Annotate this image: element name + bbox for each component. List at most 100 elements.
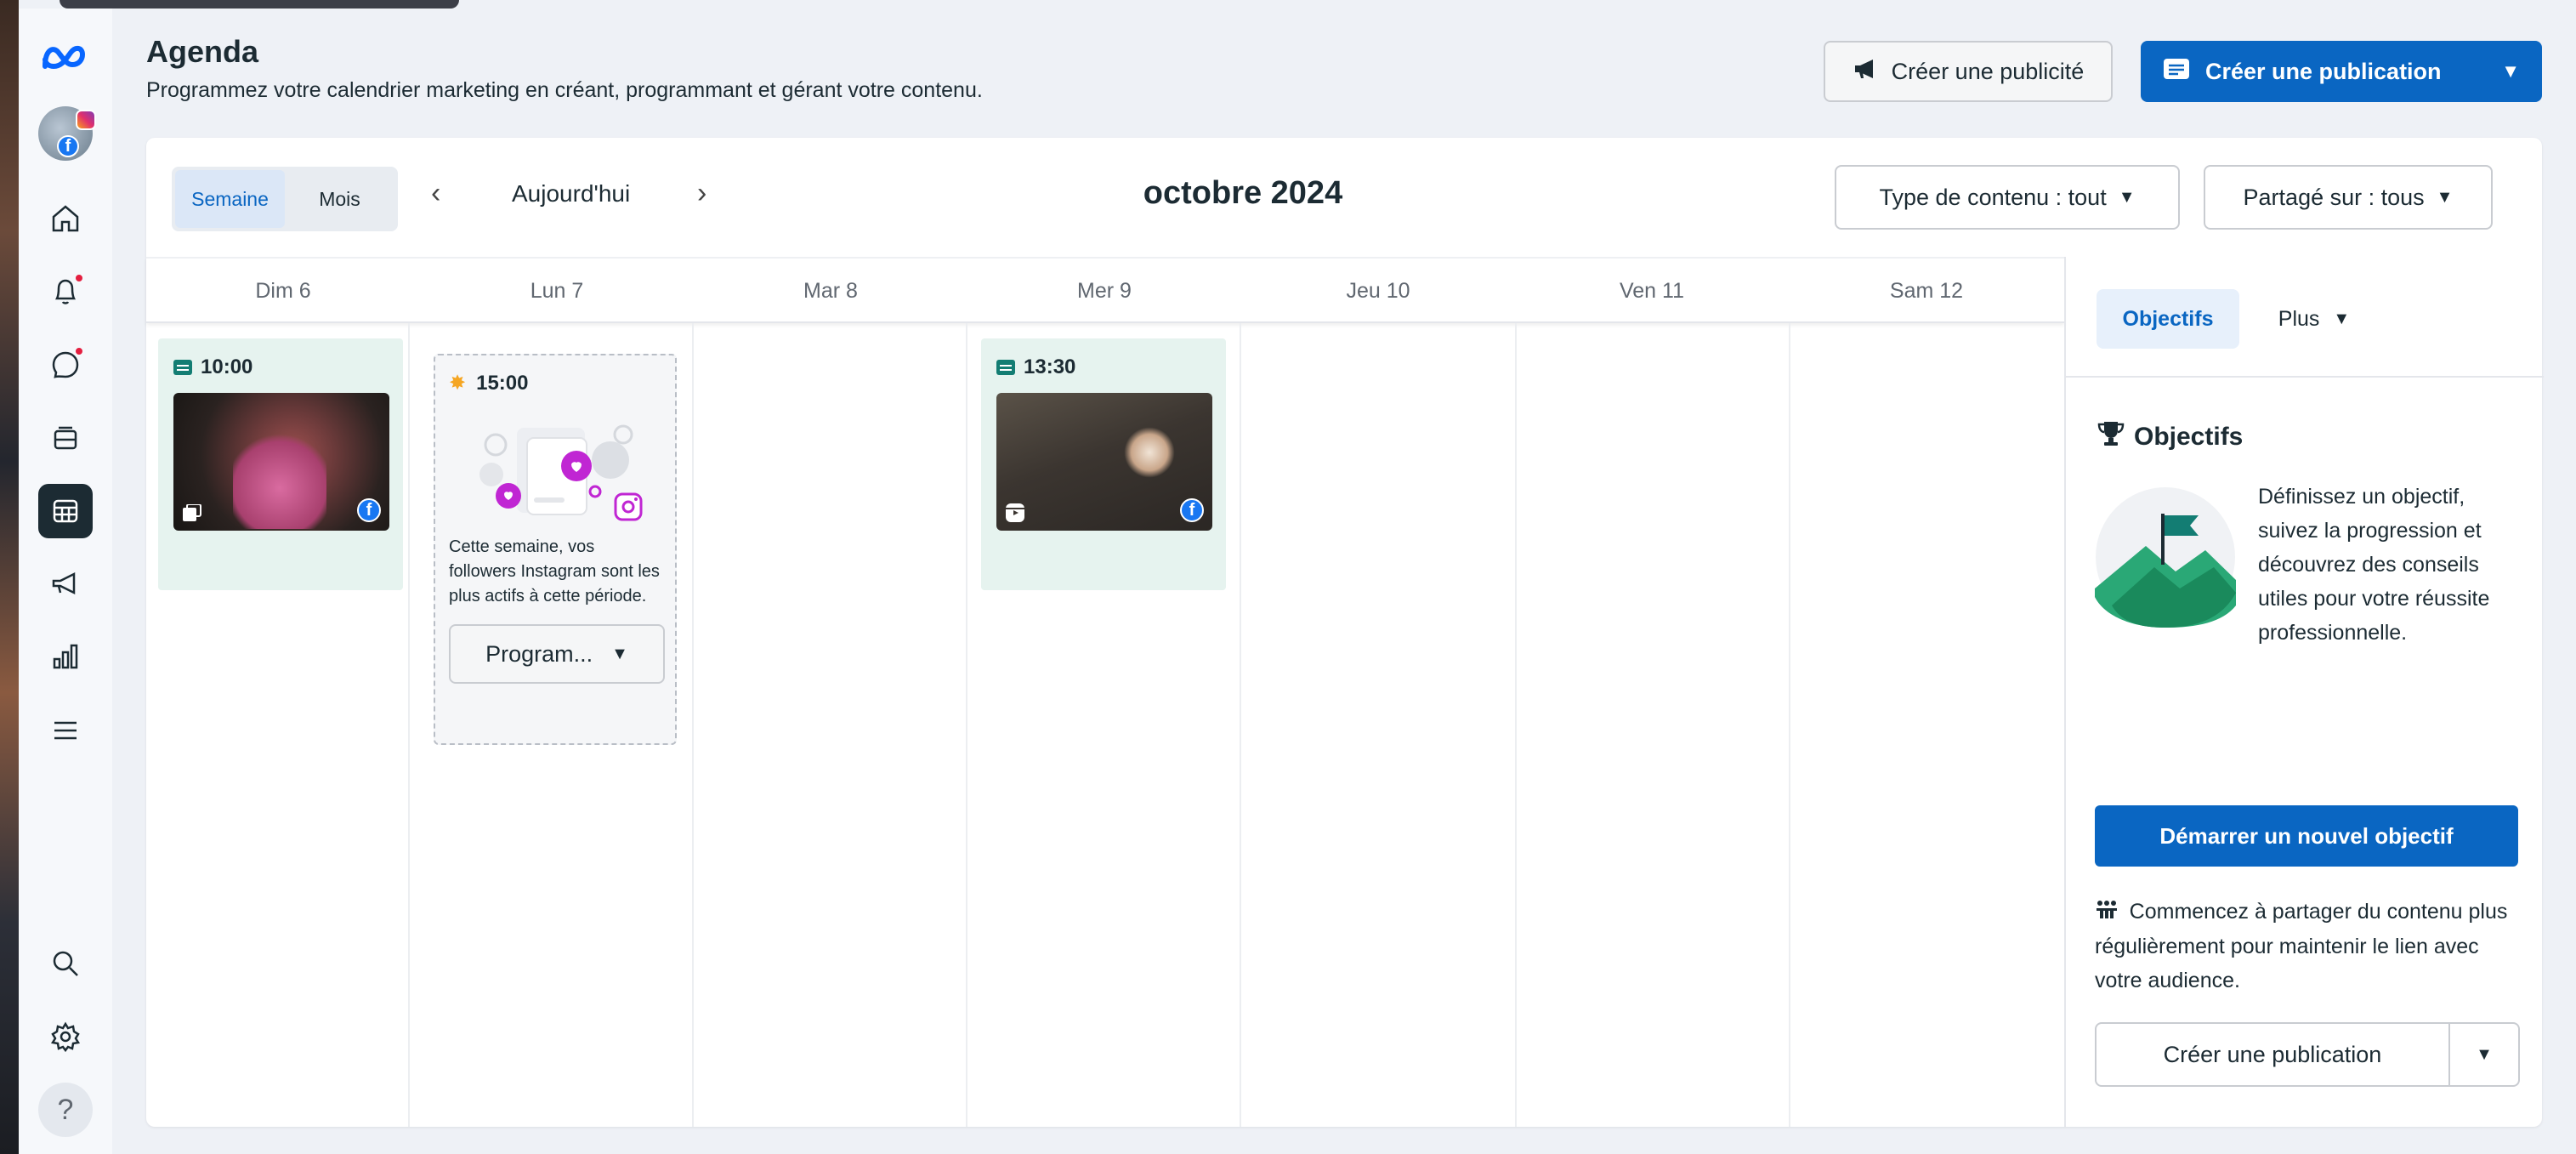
chevron-down-icon[interactable]: ▼ (2450, 1024, 2518, 1085)
column-divider (1240, 323, 1241, 1127)
content-type-label: Type de contenu : tout (1879, 184, 2107, 210)
post-time-label: 13:30 (1024, 355, 1076, 378)
post-icon (2163, 58, 2190, 86)
post-type-icon (173, 360, 192, 375)
day-header: Dim 6 (255, 278, 311, 303)
facebook-icon: f (1180, 498, 1204, 522)
objectives-description: Définissez un objectif, suivez la progre… (2258, 485, 2490, 645)
facebook-icon: f (357, 498, 381, 522)
megaphone-icon (1853, 58, 1878, 86)
objectives-title: Objectifs (2134, 423, 2244, 451)
chevron-down-icon: ▼ (2118, 187, 2136, 207)
calendar-toolbar: Semaine Mois ‹ Aujourd'hui › octobre 202… (146, 138, 2542, 257)
panel-create-post-button[interactable]: Créer une publication (2097, 1024, 2450, 1085)
best-time-suggestion: ✸ 15:00 Cette semaine, vos followers Ins… (434, 354, 677, 745)
suggestion-time: ✸ 15:00 (449, 371, 661, 395)
suggestion-text: Cette semaine, vos followers Instagram s… (449, 537, 660, 605)
home-icon[interactable] (38, 191, 93, 246)
chevron-down-icon: ▼ (611, 644, 628, 663)
search-icon[interactable] (38, 936, 93, 991)
view-toggle: Semaine Mois (172, 167, 398, 231)
shared-on-dropdown[interactable]: Partagé sur : tous ▼ (2204, 165, 2493, 230)
tab-more[interactable]: Plus ▼ (2255, 289, 2374, 349)
content-type-dropdown[interactable]: Type de contenu : tout ▼ (1835, 165, 2180, 230)
day-header: Lun 7 (530, 278, 584, 303)
trophy-icon (2097, 420, 2125, 454)
all-tools-icon[interactable] (38, 703, 93, 758)
engagement-illustration (449, 402, 665, 530)
page-title: Agenda (146, 34, 259, 69)
chevron-down-icon: ▼ (2333, 309, 2351, 328)
month-title: octobre 2024 (1143, 175, 1343, 211)
shared-on-label: Partagé sur : tous (2243, 184, 2425, 210)
tip-text: Commencez à partager du contenu plus rég… (2095, 900, 2508, 992)
left-nav: f ? (19, 9, 112, 1154)
facebook-badge-icon: f (57, 135, 79, 157)
start-goal-button[interactable]: Démarrer un nouvel objectif (2095, 805, 2518, 867)
column-divider (692, 323, 694, 1127)
carousel-icon (182, 503, 202, 522)
post-thumbnail[interactable]: f (996, 393, 1212, 531)
day-header: Sam 12 (1889, 278, 1964, 303)
suggestion-time-label: 15:00 (476, 371, 529, 395)
browser-tab-edge (60, 0, 459, 9)
column-divider (966, 323, 967, 1127)
day-header: Jeu 10 (1346, 278, 1410, 303)
planner-icon[interactable] (38, 484, 93, 538)
tab-objectives[interactable]: Objectifs (2097, 289, 2239, 349)
content-icon[interactable] (38, 411, 93, 465)
help-icon[interactable]: ? (38, 1083, 93, 1137)
scheduled-post-card[interactable]: 10:00 f (158, 338, 403, 590)
post-time: 13:30 (996, 355, 1211, 379)
insights-icon[interactable] (38, 630, 93, 685)
day-header: Mar 8 (803, 278, 858, 303)
column-divider (1515, 323, 1517, 1127)
chevron-down-icon: ▼ (2436, 187, 2454, 207)
ads-icon[interactable] (38, 557, 93, 611)
scheduled-post-card[interactable]: 13:30 f (981, 338, 1226, 590)
consistency-tip: Commencez à partager du contenu plus rég… (2095, 895, 2520, 998)
column-divider (1789, 323, 1790, 1127)
mountain-flag-illustration (2095, 486, 2236, 628)
create-post-split-button: Créer une publication ▼ (2095, 1022, 2520, 1087)
day-header-row: Dim 6 Lun 7 Mar 8 Mer 9 Jeu 10 Ven 11 Sa… (146, 257, 2064, 323)
right-panel: Objectifs Plus ▼ Objectifs Définissez un… (2064, 257, 2544, 1127)
page-avatar[interactable]: f (38, 106, 96, 161)
create-post-button[interactable]: Créer une publication ▼ (2141, 41, 2542, 102)
right-panel-tabs: Objectifs Plus ▼ (2066, 257, 2544, 378)
view-week-button[interactable]: Semaine (175, 170, 285, 228)
chevron-down-icon[interactable]: ▼ (2501, 60, 2520, 82)
schedule-button-label: Program... (485, 640, 593, 667)
chevron-right-icon[interactable]: › (697, 177, 706, 210)
settings-icon[interactable] (38, 1009, 93, 1064)
schedule-button[interactable]: Program... ▼ (449, 624, 665, 684)
post-thumbnail[interactable]: f (173, 393, 389, 531)
tab-more-label: Plus (2278, 306, 2320, 331)
post-time-label: 10:00 (201, 355, 253, 378)
inbox-icon[interactable] (38, 338, 93, 392)
day-header: Ven 11 (1619, 278, 1684, 303)
page-header: Agenda Programmez votre calendrier marke… (146, 34, 983, 103)
view-month-button[interactable]: Mois (285, 170, 394, 228)
inbox-dot (74, 346, 84, 356)
page-subtitle: Programmez votre calendrier marketing en… (146, 78, 983, 102)
audience-icon (2095, 901, 2125, 924)
desktop-background-strip (0, 0, 19, 1154)
planner-card: Semaine Mois ‹ Aujourd'hui › octobre 202… (146, 138, 2544, 1127)
notifications-icon[interactable] (38, 264, 93, 319)
objectives-heading: Objectifs (2097, 420, 2243, 454)
day-header: Mer 9 (1077, 278, 1132, 303)
sparkle-icon: ✸ (449, 372, 467, 395)
post-type-icon (996, 360, 1015, 375)
today-button[interactable]: Aujourd'hui (512, 180, 630, 207)
meta-logo-icon[interactable] (40, 43, 91, 76)
column-divider (408, 323, 410, 1127)
instagram-badge-icon (76, 110, 96, 130)
notification-dot (74, 273, 84, 283)
reel-icon (1005, 503, 1025, 522)
chevron-left-icon[interactable]: ‹ (431, 177, 440, 210)
create-post-label: Créer une publication (2205, 58, 2442, 84)
create-ad-button[interactable]: Créer une publicité (1824, 41, 2113, 102)
post-time: 10:00 (173, 355, 388, 379)
create-ad-label: Créer une publicité (1891, 58, 2085, 84)
